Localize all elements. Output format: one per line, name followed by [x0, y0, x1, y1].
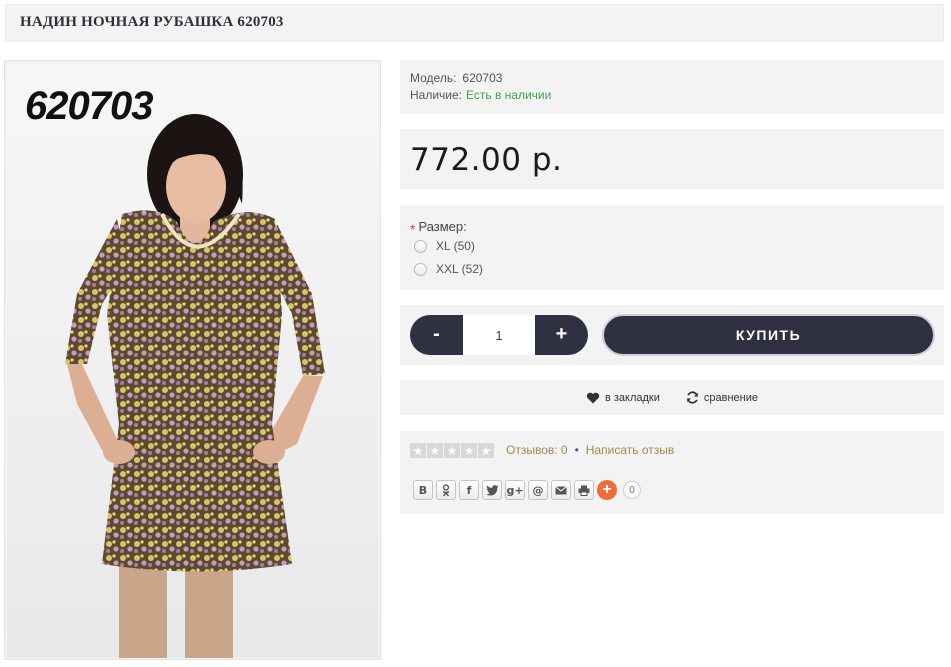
size-option-label: * Размер:: [410, 218, 467, 237]
twitter-icon[interactable]: [482, 480, 502, 500]
buy-button[interactable]: КУПИТЬ: [602, 314, 935, 356]
add-to-wishlist-link[interactable]: в закладки: [586, 392, 660, 404]
model-value: 620703: [462, 71, 503, 85]
wishlist-label: в закладки: [604, 391, 660, 404]
model-row: Модель: 620703: [410, 71, 502, 85]
stock-label: Наличие:: [410, 88, 463, 102]
quantity-input[interactable]: [463, 315, 535, 355]
product-info-panel: Модель: 620703 Наличие: Есть в наличии: [400, 60, 944, 114]
print-icon[interactable]: [574, 480, 594, 500]
quantity-stepper: - +: [410, 315, 588, 355]
separator-dot: •: [574, 443, 579, 457]
reviews-count-link[interactable]: Отзывов: 0: [506, 443, 568, 457]
stock-row: Наличие: Есть в наличии: [410, 88, 551, 102]
size-label-text: Размер:: [418, 219, 467, 234]
price-panel: 772.00 р.: [400, 129, 944, 189]
product-photo-illustration: [65, 114, 325, 658]
share-counter: 0: [623, 481, 641, 499]
social-share-bar: В f g+ @ + 0: [413, 480, 641, 500]
product-title: НАДИН НОЧНАЯ РУБАШКА 620703: [20, 14, 284, 30]
reviews-share-panel: ★ ★ ★ ★ ★ Отзывов: 0 • Написать отзыв В …: [400, 431, 944, 514]
size-option-label-xl: XL (50): [436, 239, 475, 253]
star-icon: ★: [444, 443, 460, 458]
rating-stars: ★ ★ ★ ★ ★: [410, 443, 494, 458]
google-plus-icon[interactable]: g+: [505, 480, 525, 500]
options-panel: * Размер: XL (50) XXL (52): [400, 205, 944, 290]
actions-panel: в закладки сравнение: [400, 380, 944, 415]
model-label: Модель:: [410, 71, 457, 85]
stock-status: Есть в наличии: [466, 88, 552, 102]
radio-button[interactable]: [414, 262, 427, 276]
reviews-line: Отзывов: 0 • Написать отзыв: [506, 443, 674, 457]
star-icon: ★: [427, 443, 443, 458]
mail-ru-icon[interactable]: @: [528, 480, 548, 500]
size-option-xl[interactable]: XL (50): [414, 239, 475, 253]
size-option-label-xxl: XXL (52): [436, 262, 483, 276]
size-option-xxl[interactable]: XXL (52): [414, 262, 483, 276]
required-mark: *: [410, 221, 416, 237]
decrease-quantity-button[interactable]: -: [410, 315, 463, 355]
product-image[interactable]: 620703: [7, 64, 378, 658]
compare-label: сравнение: [703, 391, 759, 404]
odnoklassniki-icon[interactable]: [436, 480, 456, 500]
product-title-bar: НАДИН НОЧНАЯ РУБАШКА 620703: [5, 4, 944, 42]
star-icon: ★: [461, 443, 477, 458]
refresh-icon: [687, 391, 698, 404]
facebook-icon[interactable]: f: [459, 480, 479, 500]
heart-icon: [586, 392, 600, 403]
product-image-code: 620703: [25, 84, 153, 128]
increase-quantity-button[interactable]: +: [535, 315, 588, 355]
add-to-compare-link[interactable]: сравнение: [686, 391, 758, 404]
product-image-frame: 620703: [4, 60, 381, 660]
email-icon[interactable]: [551, 480, 571, 500]
product-price: 772.00 р.: [410, 142, 563, 178]
star-icon: ★: [410, 443, 426, 458]
share-more-icon[interactable]: +: [597, 480, 617, 500]
radio-button[interactable]: [414, 239, 427, 253]
write-review-link[interactable]: Написать отзыв: [586, 443, 674, 457]
vk-icon[interactable]: В: [413, 480, 433, 500]
cart-panel: - + КУПИТЬ: [400, 305, 944, 365]
star-icon: ★: [478, 443, 494, 458]
